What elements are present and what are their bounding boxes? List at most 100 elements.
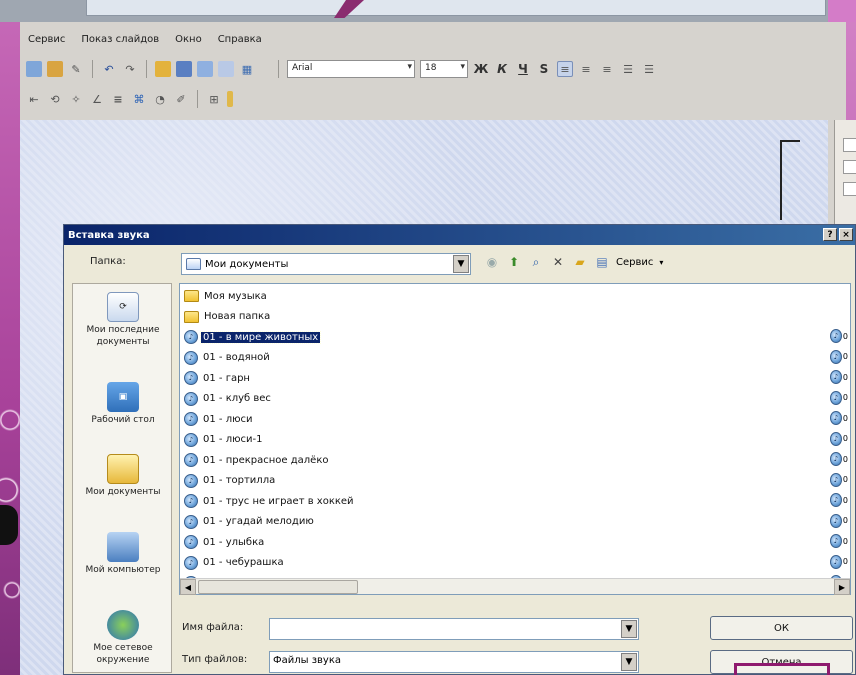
italic-button[interactable]: К — [494, 61, 510, 77]
format-painter-icon[interactable]: ✎ — [68, 61, 84, 77]
menu-item-help[interactable]: Справка — [218, 34, 262, 45]
underline-button[interactable]: Ч — [515, 61, 531, 77]
file-row[interactable]: ♪ 01 - трус не играет в хоккей — [184, 491, 356, 511]
pen-icon[interactable]: ✐ — [173, 91, 189, 107]
scroll-left-icon[interactable]: ◀ — [180, 579, 196, 595]
my-computer-icon — [107, 532, 139, 562]
file-name: 01 - угадай мелодию — [203, 516, 314, 527]
file-row[interactable]: ♪ 01 - чебурашка — [184, 553, 286, 573]
filetype-combo[interactable]: Файлы звука — [269, 651, 639, 673]
file-row[interactable]: ♪ 01 - люси — [184, 409, 255, 429]
file-row[interactable]: ♪ 01 - улыбка — [184, 532, 266, 552]
ok-button[interactable]: ОК — [710, 616, 853, 640]
file-row-second-column[interactable]: ♪0 — [830, 431, 848, 446]
align-right-icon[interactable]: ≡ — [599, 61, 615, 77]
file-row-second-column[interactable]: ♪0 — [830, 370, 848, 384]
chevron-down-icon[interactable]: ▼ — [621, 653, 637, 671]
up-folder-icon[interactable]: ⬆ — [506, 254, 522, 270]
file-row[interactable]: ♪ 01 - гарн — [184, 368, 252, 388]
look-in-combo[interactable]: Мои документы — [181, 253, 471, 275]
place-recent[interactable]: ⟳ Мои последние документы — [73, 292, 173, 348]
undo-icon[interactable]: ↶ — [101, 61, 117, 77]
file-row-second-column[interactable]: ♪0 — [830, 411, 848, 425]
insert-table-icon[interactable] — [176, 61, 192, 77]
delete-icon[interactable]: ✕ — [550, 254, 566, 270]
file-row-second-column[interactable]: ♪0 — [830, 554, 848, 569]
new-folder-icon[interactable]: ▰ — [572, 254, 588, 270]
scroll-right-icon[interactable]: ▶ — [834, 579, 850, 595]
arrow-select-icon[interactable]: ⇤ — [26, 91, 42, 107]
task-pane-button[interactable] — [843, 160, 856, 174]
line-icon[interactable]: ∠ — [89, 91, 105, 107]
file-row[interactable]: Моя музыка — [184, 286, 269, 306]
font-size-combo[interactable]: 18 — [420, 60, 468, 78]
file-row-second-column[interactable]: ♪0 — [830, 329, 848, 343]
file-list[interactable]: Моя музыка Новая папка ♪ 01 - в мире животн… — [179, 283, 851, 595]
audio-file-icon: ♪ — [830, 452, 842, 466]
task-pane-button[interactable] — [843, 138, 856, 152]
file-row[interactable]: ♪ 01 - тортилла — [184, 471, 277, 491]
chevron-down-icon[interactable]: ▼ — [453, 255, 469, 273]
close-button[interactable]: × — [839, 228, 853, 241]
place-my-documents[interactable]: Мои документы — [73, 454, 173, 498]
toolbar-grip-icon[interactable] — [227, 91, 233, 107]
insert-chart-icon[interactable] — [155, 61, 171, 77]
tools-menu[interactable]: Сервис — [616, 257, 653, 268]
file-name: 01 - клуб вес — [203, 393, 271, 404]
file-row[interactable]: ♪ 01 - люси-1 — [184, 430, 264, 450]
shadow-button[interactable]: S — [536, 61, 552, 77]
font-name-combo[interactable]: Arial — [287, 60, 415, 78]
menu-item-tools[interactable]: Сервис — [28, 34, 65, 45]
menu-item-slideshow[interactable]: Показ слайдов — [81, 34, 159, 45]
search-web-icon[interactable]: ⌕ — [528, 254, 544, 270]
file-row[interactable]: ♪ 01 - в мире животных — [184, 327, 322, 347]
preview-icon[interactable] — [26, 61, 42, 77]
place-network[interactable]: Мое сетевое окружение — [73, 610, 173, 666]
tasks-icon[interactable]: ⊞ — [206, 91, 222, 107]
file-row-second-column[interactable]: ♪0 — [830, 534, 848, 548]
color-grayscale-icon[interactable] — [218, 61, 234, 77]
horizontal-scrollbar[interactable]: ◀ ▶ — [180, 578, 850, 595]
views-icon[interactable]: ▤ — [594, 254, 610, 270]
place-desktop[interactable]: ▣ Рабочий стол — [73, 382, 173, 426]
fill-color-icon[interactable]: ⌘ — [131, 91, 147, 107]
insert-picture-icon[interactable] — [197, 61, 213, 77]
file-row-second-column[interactable]: ♪0 — [830, 452, 848, 466]
dialog-title-bar[interactable]: Вставка звука — [64, 225, 855, 245]
file-row-second-column[interactable]: ♪0 — [830, 513, 848, 528]
file-row-second-column[interactable]: ♪0 — [830, 349, 848, 364]
file-row[interactable]: ♪ 01 - прекрасное далёко — [184, 450, 330, 470]
redo-icon[interactable]: ↷ — [122, 61, 138, 77]
file-row[interactable]: ♪ 01 - клуб вес — [184, 389, 273, 409]
rotate-icon[interactable]: ⟲ — [47, 91, 63, 107]
help-button[interactable]: ? — [823, 228, 837, 241]
file-row[interactable]: Новая папка — [184, 307, 272, 327]
file-row-second-column[interactable]: ♪0 — [830, 390, 848, 405]
numbering-icon[interactable]: ☰ — [620, 61, 636, 77]
scrollbar-thumb[interactable] — [198, 580, 358, 594]
task-pane-button[interactable] — [843, 182, 856, 196]
file-name: 01 - улыбка — [203, 536, 265, 548]
autoshapes-icon[interactable]: ✧ — [68, 91, 84, 107]
window-title-strip — [86, 0, 826, 16]
desktop-icon: ▣ — [107, 382, 139, 412]
chevron-down-icon[interactable]: ▾ — [659, 258, 663, 267]
align-left-icon[interactable]: ≡ — [557, 61, 573, 77]
place-my-computer[interactable]: Мой компьютер — [73, 532, 173, 576]
file-row[interactable]: ♪ 01 - угадай мелодию — [184, 512, 316, 532]
file-row-second-column[interactable]: ♪0 — [830, 493, 848, 507]
research-icon[interactable] — [47, 61, 63, 77]
grid-icon[interactable]: ▦ — [239, 61, 255, 77]
chevron-down-icon[interactable]: ▼ — [621, 620, 637, 638]
back-icon[interactable]: ◉ — [484, 254, 500, 270]
file-row[interactable]: ♪ 01 - водяной — [184, 348, 272, 368]
align-center-icon[interactable]: ≡ — [578, 61, 594, 77]
line-style-icon[interactable]: ≡ — [110, 91, 126, 107]
file-row-second-column[interactable]: ♪0 — [830, 472, 848, 487]
shadow-icon[interactable]: ◔ — [152, 91, 168, 107]
bold-button[interactable]: Ж — [473, 61, 489, 77]
bullets-icon[interactable]: ☰ — [641, 61, 657, 77]
window-top-band — [0, 0, 856, 22]
menu-item-window[interactable]: Окно — [175, 34, 202, 45]
filename-input[interactable] — [269, 618, 639, 640]
